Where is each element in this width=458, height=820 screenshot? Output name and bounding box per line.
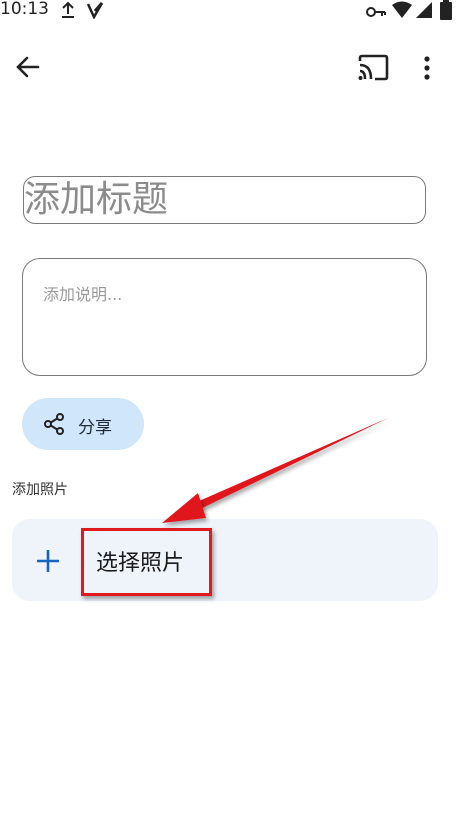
add-photos-label: 添加照片: [12, 482, 68, 498]
share-icon: [43, 413, 65, 439]
cell-signal-icon: [415, 1, 433, 23]
vpn-key-icon: [366, 3, 386, 22]
description-placeholder: 添加说明...: [43, 285, 123, 304]
back-button[interactable]: [12, 52, 44, 84]
wifi-icon: [392, 1, 412, 23]
arrow-back-icon: [16, 56, 40, 78]
description-input[interactable]: 添加说明...: [22, 258, 427, 376]
status-time: 10:13: [0, 0, 49, 19]
title-input[interactable]: 添加标题: [23, 176, 426, 224]
plus-icon: [36, 549, 60, 577]
share-label: 分享: [78, 418, 112, 438]
status-bar: 10:13: [0, 0, 458, 22]
upload-icon: [60, 1, 76, 23]
v-notification-icon: [86, 1, 104, 23]
more-vert-icon: [424, 56, 430, 80]
cast-icon: [358, 54, 389, 81]
title-placeholder: 添加标题: [24, 179, 169, 220]
annotation-arrow-icon: [162, 418, 388, 523]
more-options-button[interactable]: [414, 52, 440, 84]
cast-button[interactable]: [356, 53, 390, 83]
share-button[interactable]: 分享: [22, 398, 144, 450]
battery-icon: [440, 0, 452, 24]
